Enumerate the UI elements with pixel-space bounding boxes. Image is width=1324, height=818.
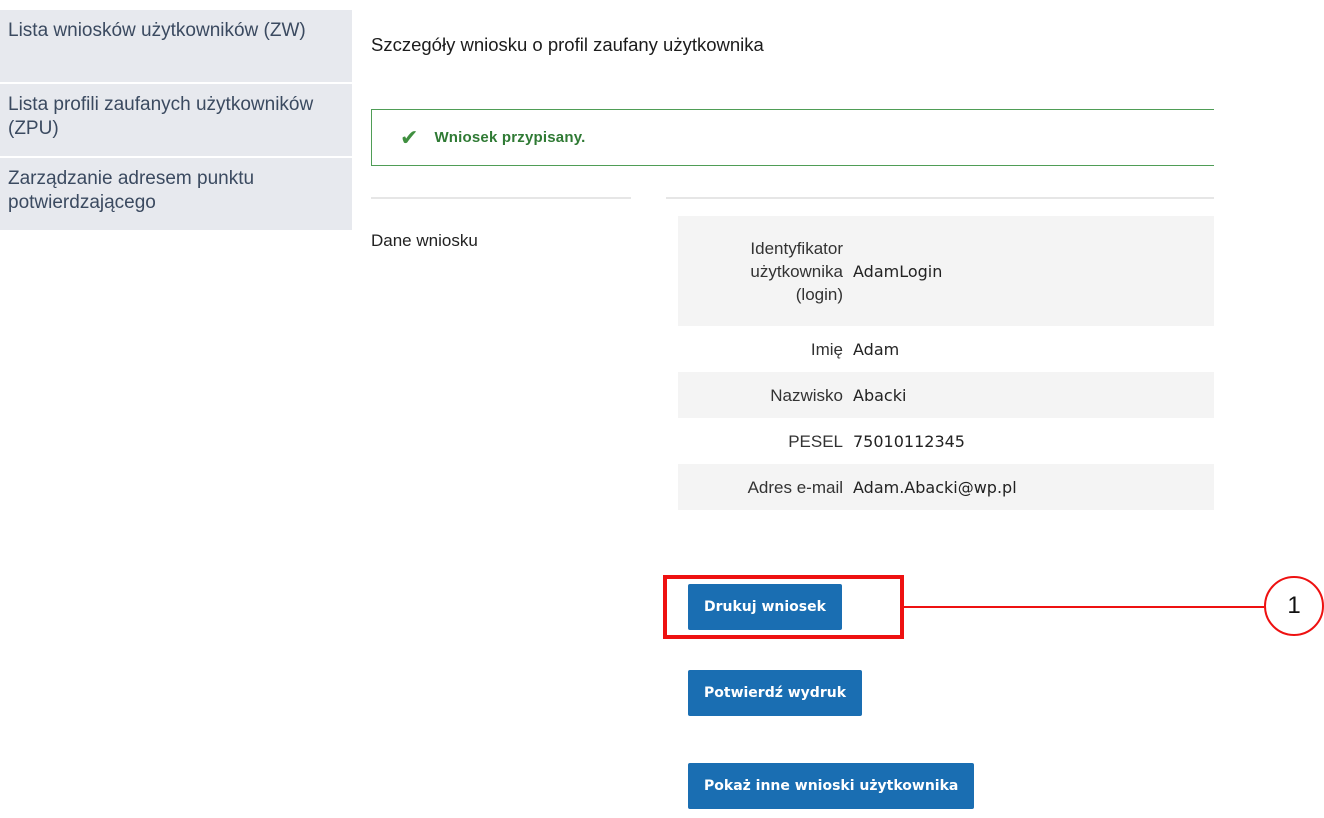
field-row-pesel: PESEL 75010112345 xyxy=(678,418,1214,464)
sidebar-item-requests-list[interactable]: Lista wniosków użytkowników (ZW) xyxy=(0,10,352,84)
field-label-first-name: Imię xyxy=(810,339,843,359)
section-label: Dane wniosku xyxy=(371,231,478,250)
highlight-box xyxy=(663,575,904,639)
sidebar-item-confirmation-point-address[interactable]: Zarządzanie adresem punktu potwierdzając… xyxy=(0,158,352,232)
callout-number: 1 xyxy=(1264,576,1324,636)
sidebar-item-trusted-profiles-list[interactable]: Lista profili zaufanych użytkowników (ZP… xyxy=(0,84,352,158)
field-value-login: AdamLogin xyxy=(853,261,943,281)
field-row-first-name: Imię Adam xyxy=(678,326,1214,372)
field-row-last-name: Nazwisko Abacki xyxy=(678,372,1214,418)
field-label-last-name: Nazwisko xyxy=(770,385,843,405)
divider-left xyxy=(371,197,631,199)
check-icon: ✔ xyxy=(400,124,419,150)
alert-message: Wniosek przypisany. xyxy=(434,129,586,146)
field-label-pesel: PESEL xyxy=(788,431,843,451)
divider-right xyxy=(666,197,1214,199)
success-alert: ✔ Wniosek przypisany. xyxy=(371,109,1214,166)
show-other-requests-button[interactable]: Pokaż inne wnioski użytkownika xyxy=(688,763,975,809)
field-row-login: Identyfikator użytkownika (login) AdamLo… xyxy=(678,216,1214,326)
page-title: Szczegóły wniosku o profil zaufany użytk… xyxy=(371,34,764,55)
sidebar: Lista wniosków użytkowników (ZW) Lista p… xyxy=(0,10,352,232)
field-value-first-name: Adam xyxy=(853,339,900,359)
field-label-email: Adres e-mail xyxy=(747,477,843,497)
request-details: Identyfikator użytkownika (login) AdamLo… xyxy=(678,216,1214,510)
confirm-print-button[interactable]: Potwierdź wydruk xyxy=(688,670,863,716)
field-row-email: Adres e-mail Adam.Abacki@wp.pl xyxy=(678,464,1214,510)
field-label-login: Identyfikator użytkownika (login) xyxy=(750,238,843,304)
field-value-last-name: Abacki xyxy=(853,385,907,405)
field-value-pesel: 75010112345 xyxy=(853,431,965,451)
callout-line xyxy=(904,606,1264,608)
field-value-email: Adam.Abacki@wp.pl xyxy=(853,477,1017,497)
